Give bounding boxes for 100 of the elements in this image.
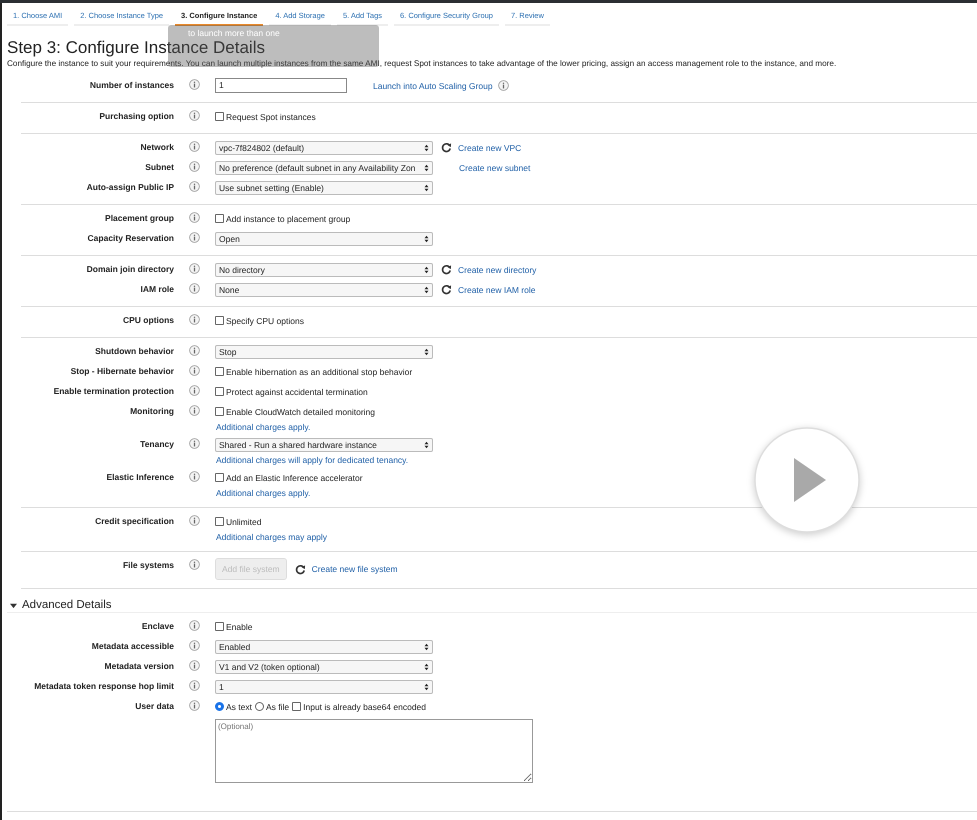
caret-icon[interactable] bbox=[424, 144, 429, 152]
dropdown[interactable]: Use subnet setting (Enable) bbox=[215, 180, 433, 194]
field-label: Stop - Hibernate behavior bbox=[70, 366, 174, 376]
refresh-icon[interactable] bbox=[441, 142, 452, 153]
radio-button[interactable] bbox=[215, 702, 224, 711]
checkbox-label: Protect against accidental termination bbox=[226, 386, 368, 396]
field-label: Auto-assign Public IP bbox=[86, 182, 174, 192]
dropdown[interactable]: V1 and V2 (token optional) bbox=[215, 660, 433, 674]
info-icon[interactable] bbox=[189, 680, 200, 691]
checkbox-label: Specify CPU options bbox=[226, 316, 304, 326]
field-label: Domain join directory bbox=[86, 264, 174, 274]
caret-icon[interactable] bbox=[424, 234, 429, 242]
caret-icon[interactable] bbox=[10, 602, 17, 608]
info-icon[interactable] bbox=[189, 515, 200, 526]
field-label: Number of instances bbox=[90, 80, 174, 90]
checkbox-label: Unlimited bbox=[226, 516, 262, 526]
radio-button[interactable] bbox=[254, 702, 264, 711]
section-title[interactable]: Advanced Details bbox=[22, 599, 112, 611]
caret-icon[interactable] bbox=[424, 266, 429, 274]
dropdown[interactable]: Enabled bbox=[215, 640, 433, 654]
info-icon[interactable] bbox=[189, 620, 200, 631]
checkbox-label: Enable CloudWatch detailed monitoring bbox=[226, 406, 375, 416]
link[interactable]: Additional charges apply. bbox=[216, 488, 310, 498]
info-icon[interactable] bbox=[189, 232, 200, 243]
field-label: Capacity Reservation bbox=[88, 233, 174, 243]
field-label: Network bbox=[140, 142, 174, 152]
info-icon[interactable] bbox=[189, 181, 200, 192]
checkbox[interactable] bbox=[215, 112, 224, 121]
info-icon[interactable] bbox=[189, 345, 200, 356]
dropdown[interactable]: vpc-7f824802 (default) bbox=[215, 140, 433, 154]
refresh-icon[interactable] bbox=[441, 284, 452, 295]
refresh-icon[interactable] bbox=[441, 264, 452, 275]
info-icon[interactable] bbox=[189, 660, 200, 671]
caret-icon[interactable] bbox=[424, 662, 429, 670]
checkbox[interactable] bbox=[215, 214, 224, 223]
checkbox-label: Add instance to placement group bbox=[226, 214, 350, 224]
info-icon[interactable] bbox=[189, 640, 200, 651]
info-icon[interactable] bbox=[189, 438, 200, 449]
field-label: Elastic Inference bbox=[106, 472, 174, 482]
info-icon[interactable] bbox=[189, 161, 200, 172]
info-icon[interactable] bbox=[189, 405, 200, 416]
link[interactable]: Additional charges will apply for dedicated tenancy. bbox=[216, 455, 408, 465]
page-description: Configure the instance to suit your requirements. You can launch multiple instances from the same AMI, request Spot instances to take advantage of the lower pricing, assign an access management role to the instance, and more. bbox=[7, 59, 838, 68]
info-icon[interactable] bbox=[189, 385, 200, 396]
checkbox[interactable] bbox=[215, 387, 224, 396]
info-icon[interactable] bbox=[189, 263, 200, 274]
checkbox[interactable] bbox=[215, 473, 224, 482]
field-label: Purchasing option bbox=[99, 111, 174, 121]
link[interactable]: Launch into Auto Scaling Group bbox=[373, 80, 493, 90]
info-icon[interactable] bbox=[189, 110, 200, 121]
caret-icon[interactable] bbox=[424, 184, 429, 192]
checkbox[interactable] bbox=[215, 517, 224, 526]
field-label: Shutdown behavior bbox=[95, 346, 174, 356]
caret-icon[interactable] bbox=[424, 286, 429, 294]
caret-icon[interactable] bbox=[424, 682, 429, 690]
radio-label: As file bbox=[266, 702, 290, 712]
info-icon[interactable] bbox=[189, 79, 200, 90]
link[interactable]: Additional charges apply. bbox=[216, 422, 310, 432]
field-label: Enclave bbox=[142, 621, 174, 631]
info-icon[interactable] bbox=[189, 212, 200, 223]
dropdown[interactable]: Shared - Run a shared hardware instance bbox=[215, 438, 433, 452]
checkbox-label: Input is already base64 encoded bbox=[303, 702, 426, 712]
info-icon[interactable] bbox=[189, 365, 200, 376]
radio-label: As text bbox=[226, 702, 252, 712]
caret-icon[interactable] bbox=[424, 642, 429, 650]
info-icon[interactable] bbox=[498, 80, 509, 91]
field-label: File systems bbox=[122, 560, 174, 570]
caret-icon[interactable] bbox=[424, 440, 429, 448]
page-title: Step 3: Configure Instance Details bbox=[7, 38, 266, 57]
link[interactable]: Create new directory bbox=[458, 264, 536, 274]
link[interactable]: Create new subnet bbox=[459, 162, 530, 172]
field-label: Monitoring bbox=[130, 406, 174, 416]
info-icon[interactable] bbox=[189, 559, 200, 570]
link[interactable]: Additional charges may apply bbox=[216, 532, 328, 542]
caret-icon[interactable] bbox=[424, 164, 429, 172]
checkbox[interactable] bbox=[215, 367, 224, 376]
link[interactable]: Create new IAM role bbox=[458, 284, 536, 294]
checkbox-label: Request Spot instances bbox=[226, 112, 316, 122]
caret-icon[interactable] bbox=[424, 348, 429, 356]
checkbox[interactable] bbox=[292, 702, 302, 711]
checkbox[interactable] bbox=[215, 316, 224, 325]
checkbox[interactable] bbox=[215, 407, 224, 416]
info-icon[interactable] bbox=[189, 283, 200, 294]
info-icon[interactable] bbox=[189, 700, 200, 711]
user-data-field[interactable]: (Optional) bbox=[215, 719, 533, 783]
number-input[interactable]: 1 bbox=[215, 78, 347, 93]
checkbox[interactable] bbox=[215, 622, 224, 631]
dropdown[interactable]: Open bbox=[215, 232, 433, 246]
dropdown[interactable]: None bbox=[215, 282, 433, 296]
field-label: User data bbox=[135, 701, 174, 711]
field-label: CPU options bbox=[123, 315, 174, 325]
info-icon[interactable] bbox=[189, 314, 200, 325]
dropdown[interactable]: No directory bbox=[215, 262, 433, 276]
dropdown[interactable]: Stop bbox=[215, 344, 433, 358]
info-icon[interactable] bbox=[189, 141, 200, 152]
link[interactable]: Create new VPC bbox=[458, 142, 522, 152]
dropdown[interactable]: No preference (default subnet in any Availability Zon bbox=[215, 160, 433, 174]
field-label: Placement group bbox=[105, 213, 174, 223]
info-icon[interactable] bbox=[189, 471, 200, 482]
dropdown[interactable]: 1 bbox=[215, 680, 433, 694]
